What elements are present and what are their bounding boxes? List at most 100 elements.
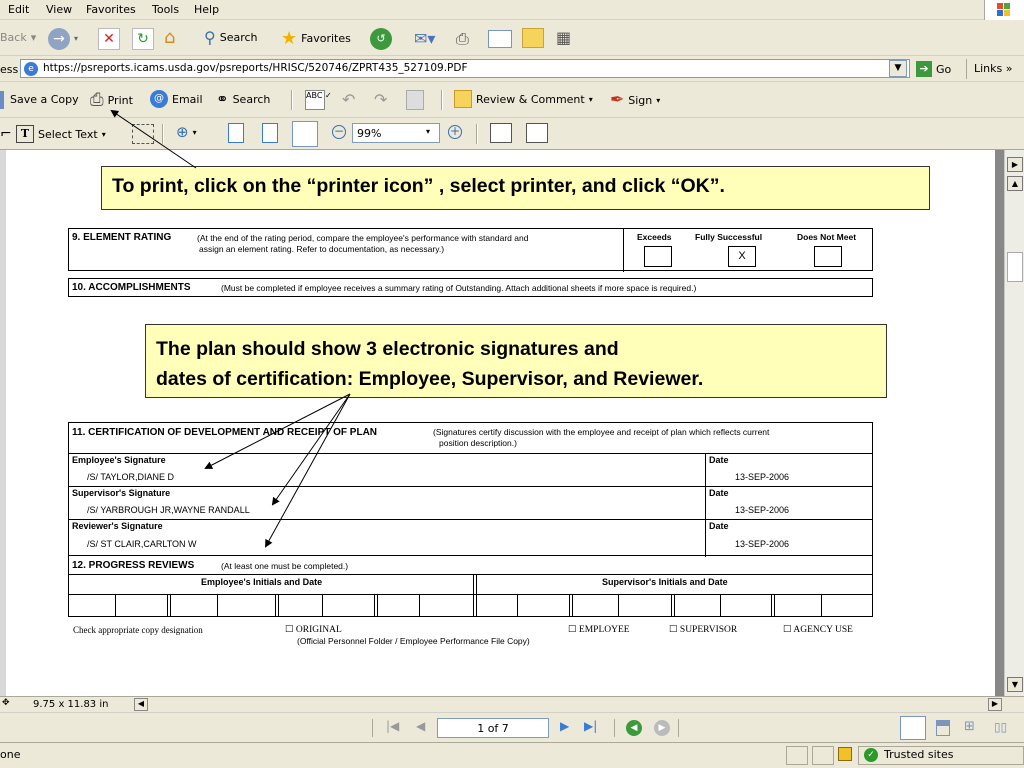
vertical-scrollbar[interactable]: ▶ ▲ ▼ <box>1004 150 1024 696</box>
scroll-down-icon[interactable]: ▼ <box>1007 677 1023 692</box>
pdf-toolbar-2: ⌐ T Select Text ▾ ⊕ ▾ − 99% ▾ + <box>0 118 1024 150</box>
menu-tools[interactable]: Tools <box>152 3 179 16</box>
address-dropdown-icon[interactable]: ▼ <box>889 60 907 77</box>
next-view-icon[interactable]: ▶ <box>654 720 670 736</box>
scroll-left-icon[interactable]: ◀ <box>134 698 148 711</box>
progress-reviews-title: 12. PROGRESS REVIEWS <box>72 560 195 571</box>
rating-fully-successful-checkbox[interactable]: X <box>728 246 756 267</box>
pdf-search-button[interactable]: ⚭ Search <box>216 90 270 108</box>
go-arrow-icon: ➔ <box>916 61 932 77</box>
actual-size-icon[interactable] <box>228 123 244 143</box>
binoculars-icon: ⚭ <box>216 90 229 108</box>
scroll-up-icon[interactable]: ▲ <box>1007 176 1023 191</box>
email-button[interactable]: @ Email <box>150 90 203 108</box>
edit-icon[interactable] <box>488 30 512 48</box>
favorites-star-icon: ★ <box>281 28 298 49</box>
search-icon: ⚲ <box>204 28 216 47</box>
rating-exceeds-checkbox[interactable] <box>644 246 672 267</box>
copy-employee-option[interactable]: ☐ EMPLOYEE <box>568 624 630 635</box>
history-icon[interactable]: ↺ <box>370 28 392 50</box>
save-copy-button[interactable]: Save a Copy <box>10 93 79 106</box>
address-url: https://psreports.icams.usda.gov/psrepor… <box>43 62 468 74</box>
copy-designation-label: Check appropriate copy designation <box>73 625 203 635</box>
fit-width-icon[interactable] <box>292 121 318 147</box>
fit-page-icon[interactable] <box>262 123 278 143</box>
back-button[interactable]: Back ▾ <box>0 31 36 44</box>
spellcheck-icon[interactable]: ABC ✓ <box>305 90 332 110</box>
select-text-button[interactable]: T Select Text ▾ <box>16 125 106 143</box>
menu-help[interactable]: Help <box>194 3 219 16</box>
facing-icon[interactable]: ⊞ <box>964 719 975 734</box>
continuous-facing-icon[interactable]: ▯▯ <box>994 720 1007 734</box>
address-input[interactable]: e https://psreports.icams.usda.gov/psrep… <box>20 59 910 78</box>
supervisor-initials-header: Supervisor's Initials and Date <box>602 577 728 587</box>
snapshot-icon[interactable] <box>132 124 154 144</box>
page-icon[interactable] <box>406 90 424 110</box>
pan-icon[interactable]: ✥ <box>2 698 10 708</box>
go-button[interactable]: ➔ Go <box>916 61 951 77</box>
messenger-icon[interactable] <box>522 28 544 48</box>
forward-icon[interactable]: → <box>48 28 70 50</box>
supervisor-signature: /S/ YARBROUGH JR,WAYNE RANDALL <box>87 505 250 515</box>
accomplishments-title: 10. ACCOMPLISHMENTS <box>72 282 191 293</box>
redo-icon[interactable]: ↷ <box>374 90 387 109</box>
menu-edit[interactable]: Edit <box>8 3 29 16</box>
print-button[interactable]: ⎙ Print <box>90 90 133 110</box>
print-toolbar-icon[interactable]: ⎙ <box>456 29 469 49</box>
reviewer-date: 13-SEP-2006 <box>735 539 790 549</box>
first-page-icon[interactable]: |◀ <box>386 719 399 733</box>
copy-agency-option[interactable]: ☐ AGENCY USE <box>783 624 853 635</box>
scroll-right-icon[interactable]: ▶ <box>988 698 1002 711</box>
zoom-in-icon[interactable]: + <box>448 125 462 139</box>
employee-initials-header: Employee's Initials and Date <box>201 577 323 587</box>
forward-dropdown-icon[interactable]: ▾ <box>74 34 78 43</box>
zoom-dropdown-icon[interactable]: ▾ <box>426 127 430 136</box>
rotate-view-icon[interactable] <box>526 123 548 143</box>
signature-instruction-line1: The plan should show 3 electronic signat… <box>156 338 619 360</box>
rating-does-not-meet-label: Does Not Meet <box>797 232 857 242</box>
page-right-icon[interactable]: ▶ <box>1007 157 1023 172</box>
undo-icon[interactable]: ↶ <box>342 90 355 109</box>
copy-original-option[interactable]: ☐ ORIGINAL <box>285 624 342 635</box>
refresh-icon[interactable]: ↻ <box>132 28 154 50</box>
reviewer-signature: /S/ ST CLAIR,CARLTON W <box>87 539 197 549</box>
last-page-icon[interactable]: ▶| <box>584 719 597 733</box>
status-text: one <box>0 748 21 761</box>
zoom-out-icon[interactable]: − <box>332 125 346 139</box>
zoom-tool-icon[interactable]: ⊕ ▾ <box>176 123 197 141</box>
comment-icon <box>454 90 472 108</box>
security-zone-label: Trusted sites <box>884 748 954 761</box>
page-number-input[interactable]: 1 of 7 <box>437 718 549 738</box>
research-icon[interactable]: ▦ <box>556 28 571 47</box>
hand-tool-icon[interactable]: ⌐ <box>0 126 12 142</box>
home-icon[interactable]: ⌂ <box>164 27 175 48</box>
rating-fully-successful-label: Fully Successful <box>695 232 763 242</box>
scroll-thumb[interactable] <box>1007 252 1023 282</box>
ie-page-icon: e <box>24 62 38 76</box>
links-button[interactable]: Links » <box>974 62 1012 75</box>
next-page-icon[interactable]: ▶ <box>560 719 569 733</box>
element-rating-title: 9. ELEMENT RATING <box>72 232 172 243</box>
copy-supervisor-option[interactable]: ☐ SUPERVISOR <box>669 624 737 635</box>
menu-favorites[interactable]: Favorites <box>86 3 136 16</box>
previous-page-icon[interactable]: ◀ <box>416 719 425 733</box>
supervisor-date: 13-SEP-2006 <box>735 505 790 515</box>
review-comment-button[interactable]: Review & Comment ▾ <box>454 90 593 108</box>
favorites-button[interactable]: ★ Favorites <box>281 28 351 49</box>
standard-toolbar: Back ▾ → ▾ ✕ ↻ ⌂ ⚲ Search ★ Favorites ↺ ✉▾… <box>0 20 1024 56</box>
menu-view[interactable]: View <box>46 3 72 16</box>
previous-view-icon[interactable]: ◀ <box>626 720 642 736</box>
rotate-icon[interactable] <box>490 123 512 143</box>
lock-icon <box>838 747 852 761</box>
mail-icon[interactable]: ✉▾ <box>414 29 435 48</box>
single-page-icon[interactable] <box>900 716 926 740</box>
printer-icon: ⎙ <box>90 90 104 110</box>
stop-icon[interactable]: ✕ <box>98 28 120 50</box>
search-button[interactable]: ⚲ Search <box>204 28 258 47</box>
rating-does-not-meet-checkbox[interactable] <box>814 246 842 267</box>
page-navigation-bar: |◀ ◀ 1 of 7 ▶ ▶| ◀ ▶ ⊞ ▯▯ <box>0 712 1024 742</box>
sign-button[interactable]: ✒ Sign ▾ <box>610 90 660 110</box>
windows-logo-icon <box>984 0 1024 20</box>
continuous-icon[interactable] <box>936 720 950 736</box>
progress-reviews-section: 12. PROGRESS REVIEWS (At least one must … <box>68 556 873 617</box>
